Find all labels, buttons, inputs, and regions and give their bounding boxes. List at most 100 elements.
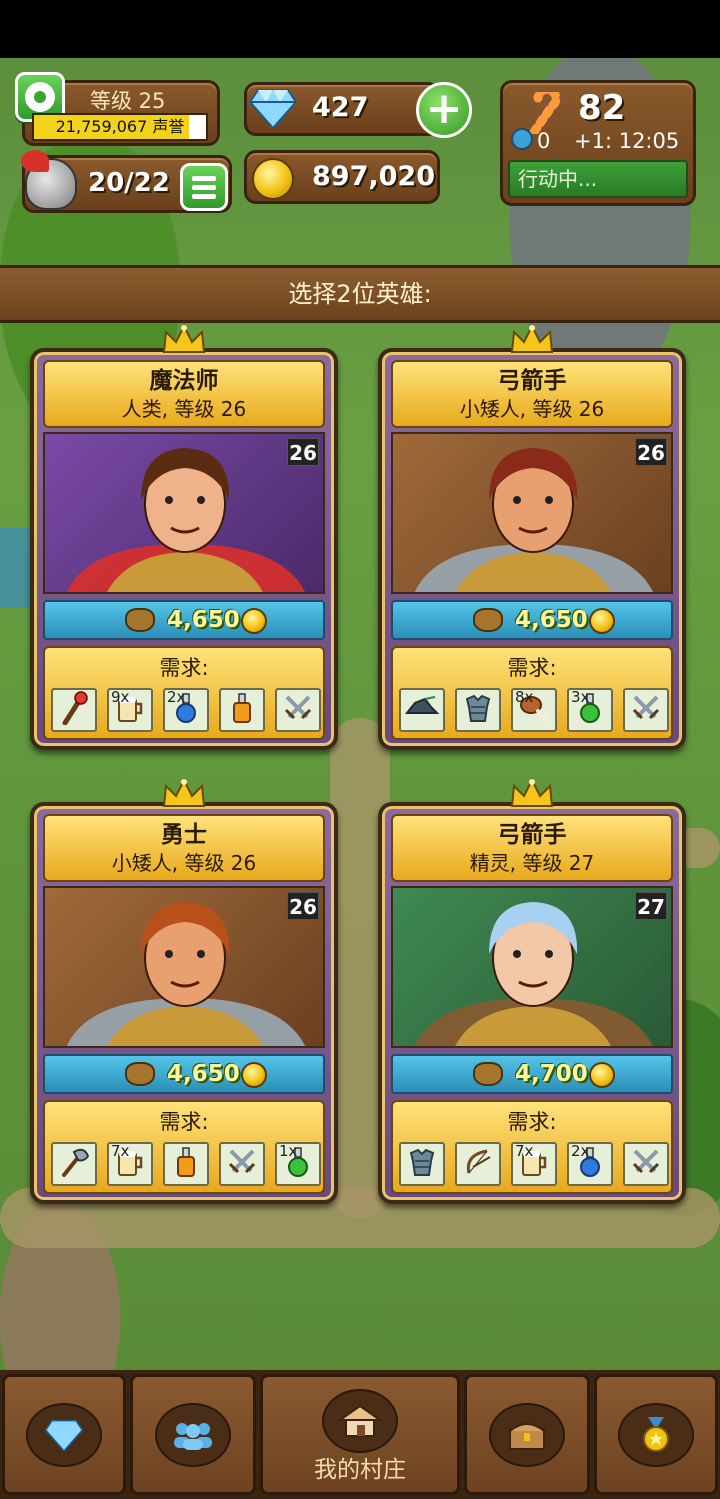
crossed-swords-icon — [630, 1146, 662, 1182]
requirement-item[interactable] — [399, 1142, 445, 1186]
candy-count: 82 — [578, 88, 626, 128]
crossed-swords-icon — [226, 1146, 258, 1182]
hero-class: 魔法师 — [149, 368, 219, 394]
requirement-item[interactable]: 3x — [567, 688, 613, 732]
hire-price-button[interactable]: 4,650 — [391, 600, 673, 640]
chest-icon — [509, 1423, 545, 1450]
horn-icon — [511, 128, 533, 150]
hero-class: 弓箭手 — [497, 368, 567, 394]
helmet-icon — [21, 150, 77, 210]
requirements-box: 需求: 9x 2x — [43, 646, 325, 740]
hire-price: 4,650 — [167, 1061, 240, 1087]
hero-card-header: 弓箭手 精灵, 等级 27 — [391, 814, 673, 882]
nav-achievements-button[interactable] — [594, 1374, 718, 1495]
hire-price-button[interactable]: 4,650 — [43, 1054, 325, 1094]
requirement-item[interactable]: 7x — [107, 1142, 153, 1186]
gem-icon — [250, 89, 296, 128]
orange-potion-icon — [230, 692, 254, 728]
hero-race-level: 人类, 等级 26 — [121, 397, 247, 421]
nav-gems-button[interactable] — [2, 1374, 126, 1495]
heroes-count: 20/22 — [88, 168, 170, 198]
requirement-item[interactable] — [275, 688, 321, 732]
requirement-item[interactable]: 9x — [107, 688, 153, 732]
requirement-item[interactable] — [455, 1142, 501, 1186]
crown-icon — [510, 778, 554, 807]
hire-price: 4,700 — [515, 1061, 588, 1087]
requirement-item[interactable] — [51, 1142, 97, 1186]
nav-chest-button[interactable] — [464, 1374, 590, 1495]
requirement-item[interactable]: 7x — [511, 1142, 557, 1186]
horn-timer: +1: 12:05 — [574, 129, 680, 153]
buy-gems-button[interactable]: + — [416, 82, 472, 138]
gem-count: 427 — [312, 92, 369, 123]
crossed-swords-icon — [282, 692, 314, 728]
requirement-item[interactable] — [51, 688, 97, 732]
coin-icon — [241, 1062, 267, 1088]
requirement-item[interactable]: 2x — [567, 1142, 613, 1186]
money-bag-icon — [125, 1062, 155, 1086]
requirement-item[interactable] — [219, 688, 265, 732]
requirement-item[interactable]: 1x — [275, 1142, 321, 1186]
hero-race-level: 精灵, 等级 27 — [469, 851, 595, 875]
hero-level-badge: 27 — [635, 892, 667, 920]
activity-status-button[interactable]: 行动中... — [508, 160, 688, 198]
hero-class: 勇士 — [161, 822, 207, 848]
hero-card[interactable]: 勇士 小矮人, 等级 26 26 4,650 需求: 7x 1x — [30, 778, 338, 1204]
requirement-qty: 1x — [279, 1142, 298, 1160]
requirements-label: 需求: — [159, 656, 209, 680]
medal-icon — [643, 1417, 669, 1452]
requirements-list: 9x 2x — [51, 688, 321, 732]
hire-price: 4,650 — [167, 607, 240, 633]
gem-icon — [45, 1419, 83, 1451]
requirement-item[interactable] — [399, 688, 445, 732]
requirements-box: 需求: 8x 3x — [391, 646, 673, 740]
coin-icon — [589, 608, 615, 634]
hero-card[interactable]: 魔法师 人类, 等级 26 26 4,650 需求: 9x 2x — [30, 324, 338, 750]
requirement-qty: 7x — [515, 1142, 534, 1160]
player-level: 等级 25 — [90, 89, 166, 113]
crown-icon — [510, 324, 554, 353]
hero-portrait: 26 — [43, 886, 325, 1048]
staff-icon — [59, 691, 89, 729]
hero-race-level: 小矮人, 等级 26 — [111, 851, 257, 875]
requirements-box: 需求: 7x 1x — [43, 1100, 325, 1194]
requirement-item[interactable]: 2x — [163, 688, 209, 732]
hire-price-button[interactable]: 4,700 — [391, 1054, 673, 1094]
requirement-qty: 2x — [571, 1142, 590, 1160]
hero-card-header: 勇士 小矮人, 等级 26 — [43, 814, 325, 882]
requirement-qty: 7x — [111, 1142, 130, 1160]
requirement-item[interactable] — [623, 1142, 669, 1186]
select-heroes-banner: 选择2位英雄: — [0, 265, 720, 323]
requirement-item[interactable]: 8x — [511, 688, 557, 732]
hire-price-button[interactable]: 4,650 — [43, 600, 325, 640]
requirement-item[interactable] — [163, 1142, 209, 1186]
hire-price: 4,650 — [515, 607, 588, 633]
bottom-nav: 我的村庄 — [0, 1370, 720, 1499]
bow-icon — [463, 1147, 493, 1181]
requirements-label: 需求: — [507, 1110, 557, 1134]
hero-card[interactable]: 弓箭手 小矮人, 等级 26 26 4,650 需求: 8x 3x — [378, 324, 686, 750]
gold-count: 897,020 — [312, 161, 435, 192]
requirement-item[interactable] — [219, 1142, 265, 1186]
hat-icon — [404, 695, 440, 725]
requirement-item[interactable] — [455, 688, 501, 732]
nav-heroes-button[interactable] — [130, 1374, 256, 1495]
orange-potion-icon — [174, 1146, 198, 1182]
hero-card-header: 魔法师 人类, 等级 26 — [43, 360, 325, 428]
horn-count: 0 — [537, 129, 551, 153]
hero-card[interactable]: 弓箭手 精灵, 等级 27 27 4,700 需求: 7x 2x — [378, 778, 686, 1204]
hero-card-header: 弓箭手 小矮人, 等级 26 — [391, 360, 673, 428]
hero-portrait: 26 — [43, 432, 325, 594]
nav-village-button[interactable]: 我的村庄 — [260, 1374, 460, 1495]
requirement-item[interactable] — [623, 688, 669, 732]
crossed-swords-icon — [630, 692, 662, 728]
requirements-list: 8x 3x — [399, 688, 669, 732]
money-bag-icon — [473, 1062, 503, 1086]
requirements-list: 7x 2x — [399, 1142, 669, 1186]
requirement-qty: 3x — [571, 688, 590, 706]
hero-class: 弓箭手 — [497, 822, 567, 848]
hero-level-badge: 26 — [635, 438, 667, 466]
armor-icon — [463, 693, 493, 727]
hero-list-button[interactable] — [180, 163, 228, 211]
gear-icon — [25, 82, 55, 112]
